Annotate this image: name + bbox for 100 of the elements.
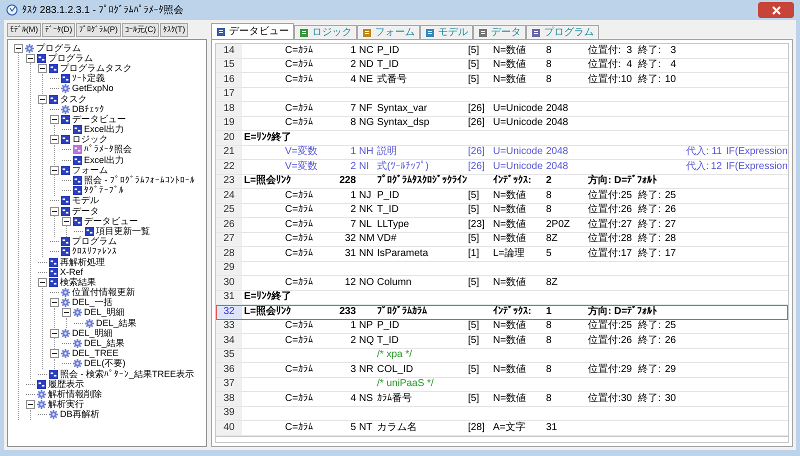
tree-item[interactable]: DBﾁｪｯｸ [72,104,105,114]
tree-item[interactable]: プログラム [36,44,81,53]
end-cell: 3 [670,46,676,56]
tab[interactable]: プログラム [526,25,599,39]
table-row[interactable]: 33 C=ｶﾗﾑ 1 NP P_ID [5] N=数値 8 位置付:25 終了: 25 [216,320,788,334]
position-cell: 26 [620,205,632,216]
picture-cell: 8 [546,334,552,346]
table-row[interactable]: 27 C=ｶﾗﾑ 32 NM VD# [5] N=数値 8Z 位置付:28 終了: 28 [216,232,788,247]
navigator-tab[interactable]: ﾌﾟﾛｸﾞﾗﾑ(P) [76,23,121,37]
tree-item[interactable]: DEL_結果 [96,318,137,328]
tree-item[interactable]: ｿｰﾄ定義 [72,74,105,84]
collapse-icon[interactable] [26,400,35,410]
collapse-icon[interactable] [26,54,35,63]
tree-item[interactable]: 照会 - ﾌﾟﾛｸﾞﾗﾑﾌｫｰﾑｺﾝﾄﾛｰﾙ [84,176,195,186]
tree-item[interactable]: X-Ref [60,268,84,277]
table-row[interactable]: 34 C=ｶﾗﾑ 2 NQ T_ID [5] N=数値 8 位置付:26 終了: 26 [216,334,788,348]
tree-item[interactable]: DB再解析 [60,410,100,420]
tree-item[interactable]: データビュー [72,114,126,124]
tree-item[interactable]: データビュー [84,216,138,226]
tree-item[interactable]: DEL_明細 [84,308,125,318]
table-row[interactable]: 24 C=ｶﾗﾑ 1 NJ P_ID [5] N=数値 8 位置付:25 終了: 25 [216,189,788,204]
tree-item[interactable]: 照会 - 検索ﾊﾟﾀｰﾝ_結果TREE表示 [60,370,194,379]
table-row[interactable]: 15 C=ｶﾗﾑ 2 ND T_ID [5] N=数値 8 位置付: 4 終了: 4 [216,58,788,73]
tree-item[interactable]: 解析情報削除 [48,390,102,399]
tree-item[interactable]: タスク [60,94,87,104]
tree-item[interactable]: Excel出力 [84,156,124,165]
tab[interactable]: フォーム [357,25,420,39]
collapse-icon[interactable] [38,64,47,73]
position-label: 位置付: [588,320,621,332]
tree-item[interactable]: フォーム [72,166,108,175]
table-row[interactable]: 26 C=ｶﾗﾑ 7 NL LLType [23] N=数値 2P0Z 位置付:27 終了: 27 [216,218,788,232]
collapse-icon[interactable] [50,349,59,358]
size-cell: [5] [468,59,480,70]
navigator-tab[interactable]: ﾀｽｸ(T) [160,23,188,37]
collapse-icon[interactable] [50,298,59,308]
tree-item[interactable]: ｸﾛｽﾘﾌｧﾚﾝｽ [72,247,117,256]
tab[interactable]: データ [473,25,526,39]
table-row[interactable]: 14 C=ｶﾗﾑ 1 NC P_ID [5] N=数値 8 位置付: 3 終了: 3 [216,44,788,58]
table-row[interactable]: 38 C=ｶﾗﾑ 4 NS ｶﾗﾑ番号 [5] N=数値 8 位置付:30 終了: 30 [216,392,788,406]
tree-item[interactable]: ﾀｸﾞﾃｰﾌﾞﾙ [84,186,124,196]
tree-item[interactable]: ﾊﾟﾗﾒｰﾀ照会 [84,145,132,154]
collapse-icon[interactable] [50,114,59,124]
tree-item[interactable]: GetExpNo [72,84,114,94]
tree-item[interactable]: DEL(不要) [84,359,126,368]
table-row[interactable]: 28 C=ｶﾗﾑ 31 NN IsParameta [1] L=論理 5 位置付:17 終了: 17 [216,247,788,262]
table-row[interactable]: 20 E=ﾘﾝｸ終了 [216,131,788,146]
tree-item[interactable]: 履歴表示 [48,380,84,389]
collapse-icon[interactable] [50,135,59,144]
table-row[interactable]: 37 /* uniPaaS */ [216,378,788,392]
tree-item[interactable]: プログラム [48,54,93,63]
collapse-icon[interactable] [38,94,47,104]
close-button[interactable] [758,2,794,18]
picture-cell: 8 [546,364,552,375]
tab[interactable]: モデル [420,25,473,39]
tab-icon [425,28,435,38]
collapse-icon[interactable] [50,166,59,175]
navigator-tab[interactable]: ﾓﾃﾞﾙ(M) [7,23,41,37]
navigator-tab[interactable]: ﾃﾞｰﾀ(D) [42,23,76,37]
task-icon [61,166,70,175]
navigator-tab[interactable]: ｺｰﾙ元(C) [122,23,159,37]
table-row[interactable]: 19 C=ｶﾗﾑ 8 NG Syntax_dsp [26] U=Unicode 2048 [216,116,788,131]
table-row[interactable]: 18 C=ｶﾗﾑ 7 NF Syntax_var [26] U=Unicode 2048 [216,102,788,116]
index-cell: 8 [350,118,356,128]
table-row[interactable]: 30 C=ｶﾗﾑ 12 NO Column [5] N=数値 8Z [216,276,788,290]
tree-item[interactable]: 解析実行 [48,400,84,410]
collapse-icon[interactable] [38,278,47,287]
table-row[interactable]: 23 L=照会ﾘﾝｸ 228 ﾌﾟﾛｸﾞﾗﾑﾀｽｸﾛｼﾞｯｸﾗｲﾝ ｲﾝﾃﾞｯｸｽ: 2 方向: D=ﾃﾞﾌｫﾙﾄ [216,174,788,189]
collapse-icon[interactable] [62,216,71,226]
index-cell: 32 [344,234,356,244]
table-row[interactable]: 36 C=ｶﾗﾑ 3 NR COL_ID [5] N=数値 8 位置付:29 終了: 29 [216,363,788,378]
table-row[interactable]: 22 V=変数 2 NI 式(ﾂｰﾙﾁｯﾌﾟ) [26] U=Unicode 2048 代入: 12 IF(Expression [216,160,788,174]
task-icon [49,258,58,267]
collapse-icon[interactable] [50,328,59,338]
tree-item[interactable]: プログラム [72,237,117,246]
table-row[interactable]: 16 C=ｶﾗﾑ 4 NE 式番号 [5] N=数値 8 位置付:10 終了: 10 [216,73,788,88]
collapse-icon[interactable] [14,44,23,53]
table-row[interactable]: 35 /* xpa */ [216,348,788,363]
tree-item[interactable]: プログラムタスク [60,64,132,73]
tree-item[interactable]: ロジック [72,135,108,144]
tree-item[interactable]: DEL_明細 [72,328,113,338]
tree-item[interactable]: モデル [72,196,99,206]
tree-item[interactable]: 位置付情報更新 [72,288,135,298]
table-row[interactable]: 25 C=ｶﾗﾑ 2 NK T_ID [5] N=数値 8 位置付:26 終了: 26 [216,204,788,218]
collapse-icon[interactable] [62,308,71,318]
tree-item[interactable]: 項目更新一覧 [96,226,150,236]
tree-item[interactable]: 再解析処理 [60,258,105,267]
table-row[interactable]: 21 V=変数 1 NH 説明 [26] U=Unicode 2048 代入: 11 IF(Expression [216,146,788,160]
tree-item[interactable]: 検索結果 [60,278,96,287]
collapse-icon[interactable] [50,206,59,216]
table-row[interactable]: 39 [216,406,788,421]
tree-item[interactable]: DEL_一括 [72,298,113,308]
table-row[interactable]: 29 [216,262,788,276]
tree-item[interactable]: DEL_TREE [72,349,119,358]
tab[interactable]: データビュー [211,23,294,39]
attribute-cell: U=Unicode [493,146,543,158]
table-row[interactable]: 17 [216,88,788,102]
tab[interactable]: ロジック [294,25,357,39]
tree-item[interactable]: DEL_結果 [84,339,125,348]
tree-item[interactable]: Excel出力 [84,125,124,134]
tree-item[interactable]: データ [72,206,99,216]
